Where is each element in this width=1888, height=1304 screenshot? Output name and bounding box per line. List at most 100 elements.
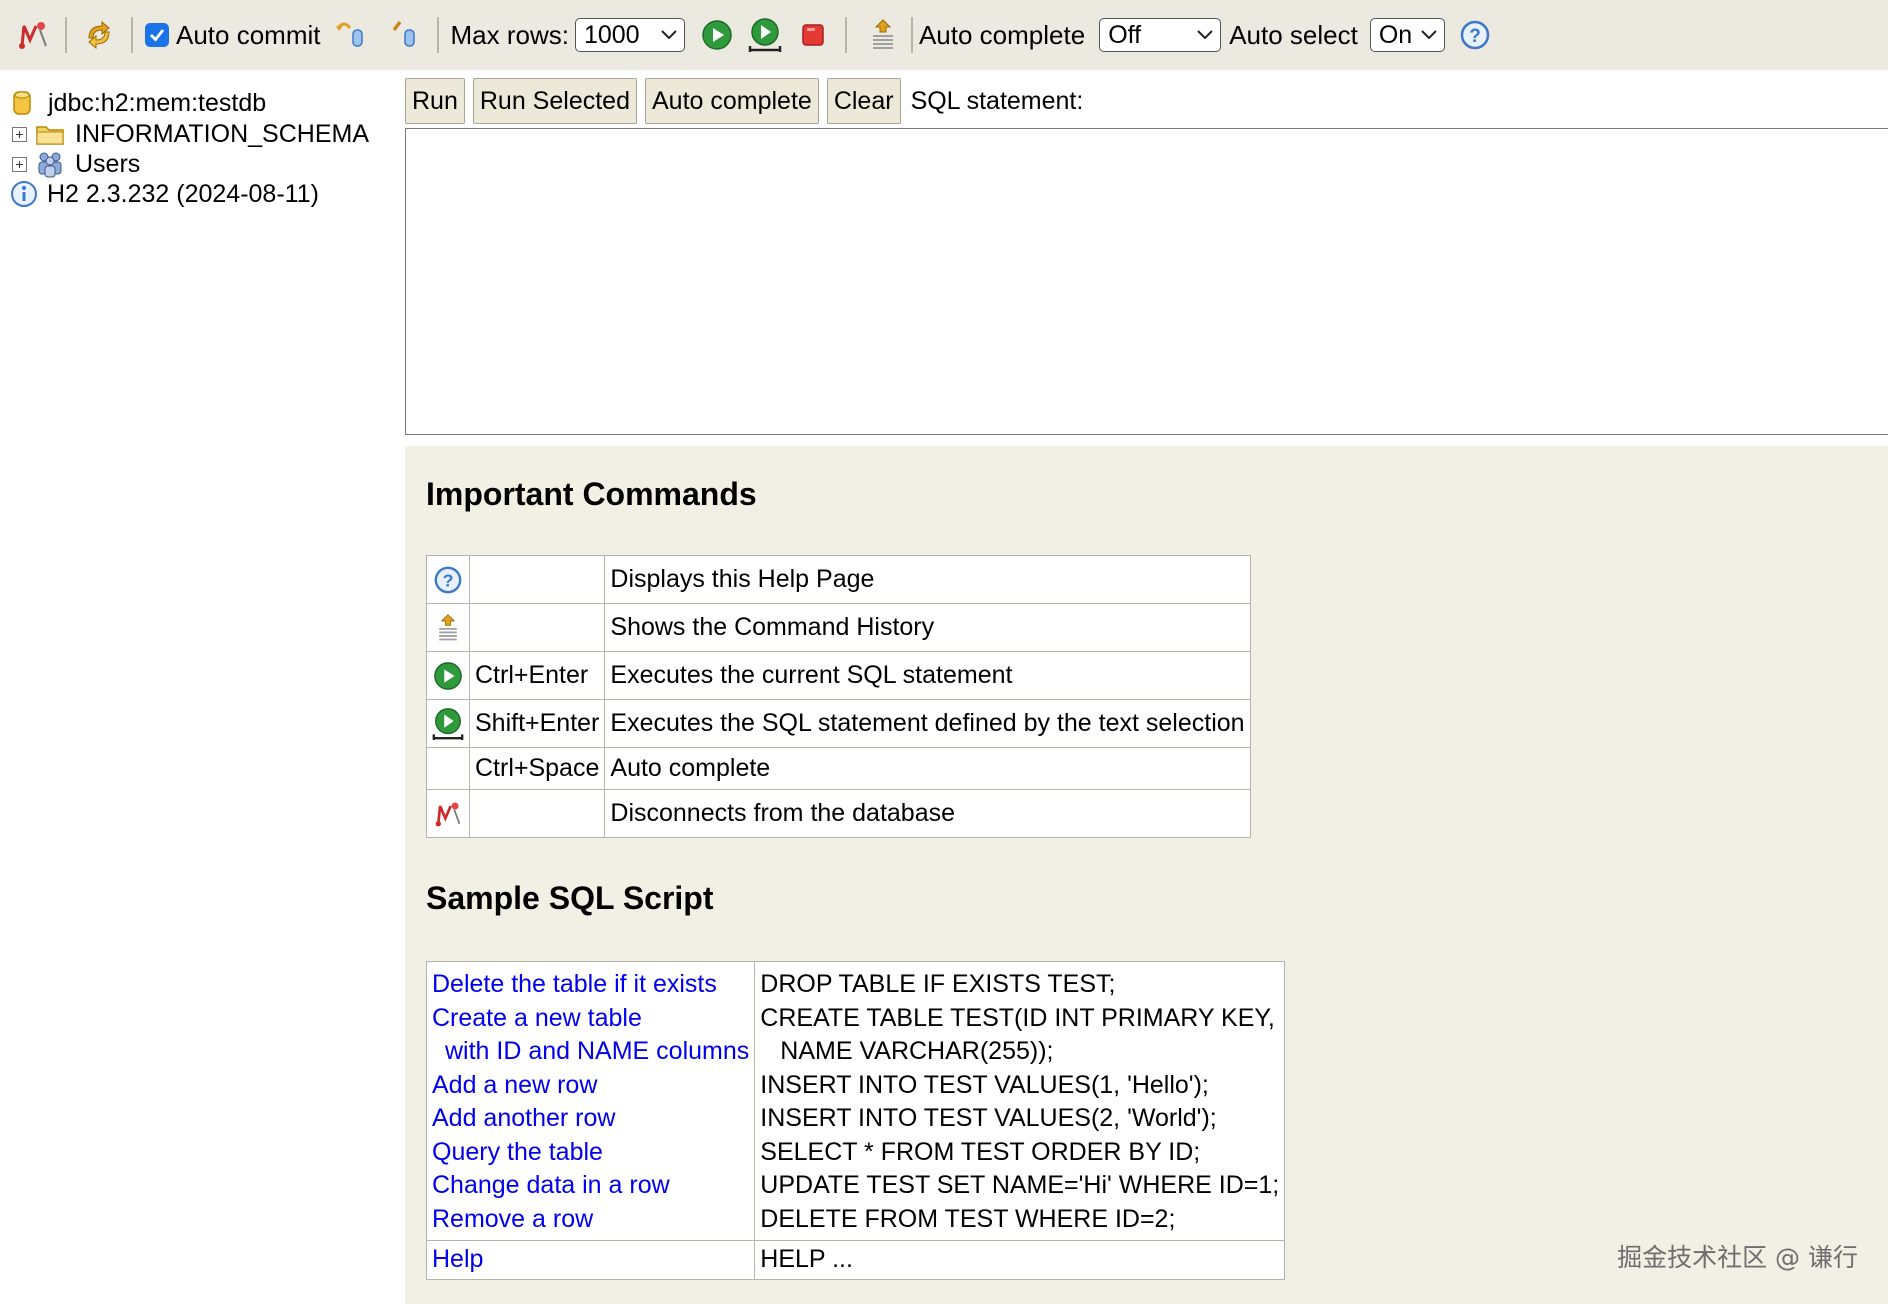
command-shortcut: Shift+Enter (468, 699, 606, 748)
sample-link[interactable]: Add a new row (432, 1069, 749, 1103)
sample-links-cell: Help (425, 1240, 756, 1280)
auto-complete-label: Auto complete (918, 19, 1086, 50)
run-icon[interactable] (697, 15, 737, 55)
chevron-down-icon (1197, 30, 1213, 40)
watermark: 掘金技术社区 @ 谦行 (1617, 1243, 1858, 1272)
max-rows-value: 1000 (583, 20, 640, 49)
sample-sql-line: CREATE TABLE TEST(ID INT PRIMARY KEY, (760, 1003, 1275, 1032)
help-icon[interactable]: ? (433, 565, 463, 595)
auto-complete-select[interactable]: Off (1099, 18, 1222, 52)
sample-link[interactable]: Create a new table (432, 1002, 749, 1036)
expand-icon[interactable]: + (12, 126, 27, 142)
toolbar-separator (65, 17, 67, 53)
sample-sql-cell: DROP TABLE IF EXISTS TEST; CREATE TABLE … (754, 961, 1286, 1241)
users-label: Users (75, 149, 141, 178)
sample-link[interactable]: Add another row (432, 1102, 749, 1136)
command-icon-cell (426, 747, 470, 790)
database-icon (12, 89, 36, 117)
history-icon[interactable] (433, 612, 463, 644)
command-row: Ctrl+Enter Executes the current SQL state… (426, 651, 1251, 700)
command-row: Ctrl+Space Auto complete (426, 747, 1251, 790)
max-rows-select[interactable]: 1000 (574, 18, 685, 52)
command-description: Executes the current SQL statement (604, 651, 1251, 700)
sample-main-row: Delete the table if it exists Create a n… (425, 961, 1286, 1241)
info-icon (10, 180, 38, 208)
command-row: Disconnects from the database (426, 789, 1251, 838)
toolbar-separator (131, 17, 133, 53)
sample-link[interactable]: with ID and NAME columns (432, 1035, 749, 1069)
auto-complete-button[interactable]: Auto complete (644, 78, 819, 124)
command-icon-cell (426, 651, 470, 700)
chevron-down-icon (661, 30, 677, 40)
history-icon[interactable] (863, 15, 903, 55)
command-description: Displays this Help Page (604, 555, 1251, 604)
sample-sql-line: HELP ... (760, 1245, 853, 1273)
help-icon[interactable]: ? (1455, 15, 1495, 55)
object-tree: jdbc:h2:mem:testdb + INFORMATION_SCHEMA … (0, 70, 405, 1304)
sample-sql-line: DELETE FROM TEST WHERE ID=2; (760, 1204, 1176, 1233)
toolbar-separator (436, 17, 439, 53)
svg-text:?: ? (1469, 26, 1481, 47)
toolbar: Auto commit Max rows: 1000 Auto complete… (0, 0, 1888, 70)
rollback-icon[interactable] (331, 15, 371, 55)
command-icon-cell (426, 699, 470, 748)
checkmark-icon[interactable] (145, 23, 169, 47)
sample-sql-line: DROP TABLE IF EXISTS TEST; (760, 970, 1116, 998)
command-row: ? Displays this Help Page (426, 555, 1251, 604)
sample-sql-line: UPDATE TEST SET NAME='Hi' WHERE ID=1; (760, 1171, 1280, 1199)
run-icon[interactable] (433, 661, 463, 691)
sample-link[interactable]: Remove a row (432, 1203, 749, 1237)
help-link[interactable]: Help (432, 1243, 749, 1277)
disconnect-icon[interactable] (13, 15, 53, 55)
query-button-bar: Run Run Selected Auto complete Clear SQL… (405, 77, 1083, 125)
sql-statement-label: SQL statement: (910, 86, 1084, 115)
expand-icon[interactable]: + (12, 156, 27, 172)
sample-sql-heading: Sample SQL Script (426, 880, 714, 916)
sample-sql-line: INSERT INTO TEST VALUES(2, 'World'); (760, 1104, 1217, 1132)
toolbar-separator (910, 17, 913, 53)
auto-complete-value: Off (1108, 20, 1142, 49)
command-shortcut (468, 555, 606, 604)
stop-icon[interactable] (793, 15, 833, 55)
auto-select-select[interactable]: On (1369, 18, 1445, 52)
auto-select-value: On (1378, 20, 1413, 49)
sample-links-cell: Delete the table if it exists Create a n… (425, 961, 756, 1241)
run-selected-icon[interactable] (745, 15, 785, 55)
tree-version: H2 2.3.232 (2024-08-11) (10, 177, 319, 211)
command-shortcut (468, 603, 606, 652)
refresh-icon[interactable] (79, 15, 119, 55)
command-description: Shows the Command History (604, 603, 1251, 652)
sql-editor[interactable] (405, 128, 1888, 435)
auto-select-label: Auto select (1229, 19, 1358, 50)
sample-link[interactable]: Delete the table if it exists (432, 968, 749, 1002)
sample-link[interactable]: Change data in a row (432, 1169, 749, 1203)
command-description: Executes the SQL statement defined by th… (604, 699, 1251, 748)
commit-icon[interactable] (385, 15, 425, 55)
command-icon-cell (426, 603, 470, 652)
sample-help-row: Help HELP ... (425, 1240, 1286, 1280)
sample-sql-line: NAME VARCHAR(255)); (780, 1037, 1054, 1065)
tree-schema[interactable]: + INFORMATION_SCHEMA (12, 117, 369, 151)
run-selected-button[interactable]: Run Selected (472, 78, 637, 124)
version-label: H2 2.3.232 (2024-08-11) (47, 179, 319, 208)
command-shortcut: Ctrl+Enter (468, 651, 606, 700)
command-row: Shows the Command History (426, 603, 1251, 652)
auto-commit-checkbox[interactable]: Auto commit (145, 20, 321, 51)
run-button[interactable]: Run (405, 78, 465, 124)
disconnect-icon[interactable] (433, 799, 463, 829)
run-selected-icon[interactable] (431, 707, 465, 741)
command-icon-cell: ? (426, 555, 470, 604)
svg-text:?: ? (443, 570, 454, 590)
folder-icon (35, 122, 65, 146)
commands-table: ? Displays this Help Page Shows the Comman… (426, 555, 1251, 838)
toolbar-separator (844, 17, 847, 53)
command-description: Disconnects from the database (604, 789, 1251, 838)
clear-button[interactable]: Clear (826, 78, 901, 124)
sample-sql-cell: HELP ... (754, 1240, 1286, 1280)
tree-connection[interactable]: jdbc:h2:mem:testdb (12, 86, 266, 120)
chevron-down-icon (1421, 30, 1437, 40)
sample-sql-line: INSERT INTO TEST VALUES(1, 'Hello'); (760, 1070, 1209, 1099)
sample-link[interactable]: Query the table (432, 1136, 749, 1170)
tree-users[interactable]: + Users (12, 147, 140, 181)
main-panel: Run Run Selected Auto complete Clear SQL… (405, 70, 1888, 1304)
